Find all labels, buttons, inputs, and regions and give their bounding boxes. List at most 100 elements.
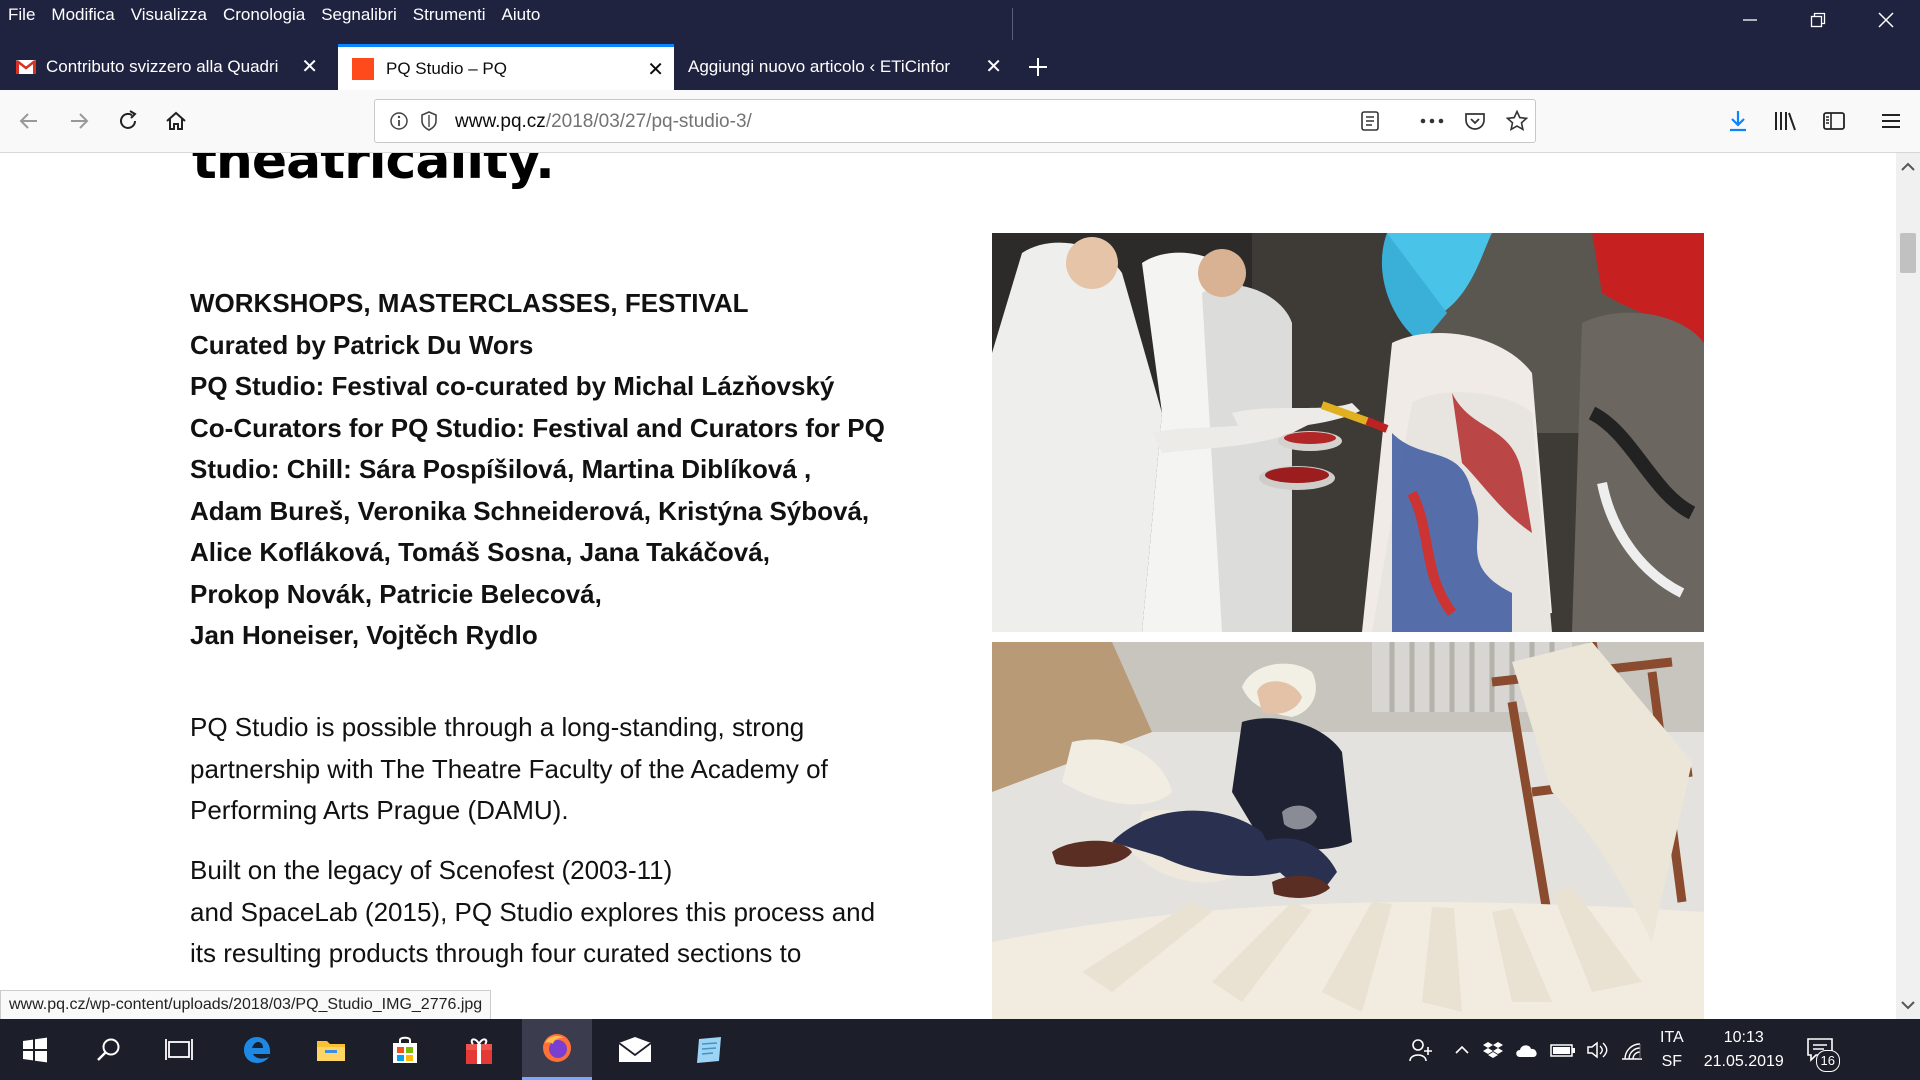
tab-separator: [1012, 8, 1013, 40]
url-host: www.pq.cz: [455, 111, 546, 132]
store-app[interactable]: [374, 1019, 436, 1080]
forward-button[interactable]: [62, 104, 96, 138]
tab-close-button[interactable]: ✕: [647, 60, 664, 80]
credits-line: Curated by Patrick Du Wors: [190, 329, 534, 360]
tab-gmail[interactable]: Contributo svizzero alla Quadri ✕: [0, 44, 328, 90]
restore-icon: [1810, 12, 1826, 28]
menu-button[interactable]: [1874, 104, 1908, 138]
restore-button[interactable]: [1784, 0, 1852, 40]
photo-painting-performance[interactable]: [992, 233, 1704, 632]
edge-icon: [244, 1036, 271, 1063]
downloads-button[interactable]: [1721, 104, 1755, 138]
notification-count-badge: 16: [1815, 1049, 1840, 1072]
partnership-paragraph: PQ Studio is possible through a long-sta…: [190, 707, 910, 832]
scroll-down-arrow-icon[interactable]: [1896, 995, 1920, 1015]
back-button[interactable]: [12, 104, 46, 138]
notes-app[interactable]: [678, 1019, 740, 1080]
library-button[interactable]: [1769, 104, 1803, 138]
paragraph-line: Performing Arts Prague (DAMU).: [190, 795, 569, 825]
nav-toolbar: www.pq.cz/2018/03/27/pq-studio-3/: [0, 90, 1920, 153]
menu-cronologia[interactable]: Cronologia: [223, 5, 305, 25]
tab-eticinfo[interactable]: Aggiungi nuovo articolo ‹ ETiCinfor ✕: [674, 44, 1012, 90]
chevron-up-icon[interactable]: [1452, 1040, 1472, 1060]
pocket-icon[interactable]: [1463, 110, 1487, 132]
reader-view-icon[interactable]: [1359, 110, 1381, 132]
store-bag-icon: [393, 1036, 417, 1063]
system-tray: ITA SF 10:13 21.05.2019 16: [1408, 1019, 1840, 1080]
start-button[interactable]: [0, 1019, 70, 1080]
edge-app[interactable]: [226, 1019, 288, 1080]
battery-icon[interactable]: [1550, 1040, 1576, 1060]
paragraph-line: partnership with The Theatre Faculty of …: [190, 753, 828, 784]
folder-icon: [317, 1040, 345, 1061]
tab-label: Contributo svizzero alla Quadri: [46, 57, 279, 76]
input-language[interactable]: ITA SF: [1660, 1026, 1684, 1074]
home-icon: [166, 111, 186, 130]
tab-close-button[interactable]: ✕: [301, 57, 318, 77]
notepad-icon: [697, 1036, 721, 1063]
tracking-shield-icon[interactable]: [419, 110, 439, 132]
tab-strip: Contributo svizzero alla Quadri ✕ PQ Stu…: [0, 44, 1920, 90]
page-content: theatricality. WORKSHOPS, MASTERCLASSES,…: [0, 153, 1896, 1019]
file-explorer-app[interactable]: [300, 1019, 362, 1080]
credits-line: Jan Honeiser, Vojtěch Rydlo: [190, 620, 538, 650]
credits-line: Studio: Chill: Sára Pospíšilová, Martina…: [190, 454, 812, 484]
volume-icon[interactable]: [1586, 1040, 1610, 1060]
info-icon[interactable]: [389, 111, 409, 131]
menu-modifica[interactable]: Modifica: [51, 5, 114, 25]
menu-aiuto[interactable]: Aiuto: [502, 5, 541, 25]
close-icon: [1878, 12, 1894, 28]
link-status-bar: www.pq.cz/wp-content/uploads/2018/03/PQ_…: [0, 990, 492, 1021]
photo-knitting-installation[interactable]: [992, 642, 1704, 1019]
sidebar-icon: [1823, 112, 1845, 130]
pq-favicon: [352, 57, 374, 80]
onedrive-cloud-icon[interactable]: [1514, 1040, 1540, 1060]
task-view-button[interactable]: [150, 1019, 208, 1080]
reload-button[interactable]: [111, 104, 145, 138]
new-tab-button[interactable]: [1018, 44, 1058, 90]
page-headline: theatricality.: [192, 153, 555, 191]
tab-pq-studio[interactable]: PQ Studio – PQ ✕: [338, 44, 674, 90]
action-center-button[interactable]: 16: [1806, 1030, 1840, 1072]
minimize-button[interactable]: [1716, 0, 1784, 40]
paragraph-line: its resulting products through four cura…: [190, 938, 802, 968]
gift-app[interactable]: [448, 1019, 510, 1080]
sidebar-button[interactable]: [1817, 104, 1851, 138]
clock-date: 21.05.2019: [1703, 1052, 1784, 1070]
tab-close-button[interactable]: ✕: [985, 57, 1002, 77]
wifi-icon[interactable]: [1620, 1039, 1644, 1061]
more-actions-icon[interactable]: [1419, 110, 1445, 132]
dropbox-icon[interactable]: [1482, 1040, 1504, 1060]
window-controls: [1716, 0, 1920, 40]
plus-icon: [1029, 58, 1047, 76]
menu-visualizza[interactable]: Visualizza: [131, 5, 207, 25]
url-bar[interactable]: www.pq.cz/2018/03/27/pq-studio-3/: [374, 99, 1536, 143]
tab-label: PQ Studio – PQ: [386, 58, 507, 78]
firefox-app[interactable]: [522, 1019, 592, 1080]
paragraph-line: Built on the legacy of Scenofest (2003-1…: [190, 855, 673, 885]
url-text[interactable]: www.pq.cz/2018/03/27/pq-studio-3/: [455, 111, 752, 133]
home-button[interactable]: [159, 104, 193, 138]
hamburger-menu-icon: [1882, 114, 1900, 128]
scrollbar-thumb[interactable]: [1900, 233, 1916, 273]
menu-file[interactable]: File: [8, 5, 35, 25]
photo-knitting-illustration: [992, 642, 1704, 1019]
clock-time: 10:13: [1723, 1028, 1764, 1046]
clock[interactable]: 10:13 21.05.2019: [1704, 1026, 1784, 1074]
credits-line: Prokop Novák, Patricie Belecová,: [190, 578, 602, 609]
url-path: /2018/03/27/pq-studio-3/: [545, 111, 752, 132]
search-icon: [97, 1038, 120, 1061]
people-icon[interactable]: [1408, 1037, 1436, 1063]
library-icon: [1775, 112, 1796, 131]
vertical-scrollbar[interactable]: [1896, 153, 1920, 1019]
credits-line: WORKSHOPS, MASTERCLASSES, FESTIVAL: [190, 288, 749, 318]
tab-label: Aggiungi nuovo articolo ‹ ETiCinfor: [688, 57, 951, 76]
mail-app[interactable]: [604, 1019, 666, 1080]
menu-strumenti[interactable]: Strumenti: [413, 5, 486, 25]
credits-line: PQ Studio: Festival co-curated by Michal…: [190, 371, 835, 401]
search-button[interactable]: [80, 1019, 138, 1080]
scroll-up-arrow-icon[interactable]: [1896, 157, 1920, 177]
menu-segnalibri[interactable]: Segnalibri: [321, 5, 397, 25]
close-window-button[interactable]: [1852, 0, 1920, 40]
bookmark-star-icon[interactable]: [1505, 109, 1529, 133]
